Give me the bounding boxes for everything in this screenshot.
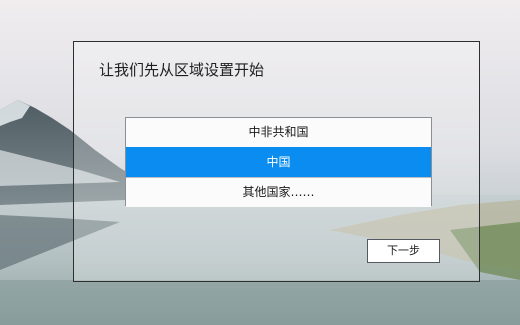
region-option-other-countries[interactable]: 其他国家…… <box>126 177 431 207</box>
setup-screen: 让我们先从区域设置开始 中非共和国 中国 其他国家…… 下一步 <box>0 0 520 325</box>
dialog-title: 让我们先从区域设置开始 <box>99 61 265 79</box>
next-button[interactable]: 下一步 <box>367 239 440 263</box>
region-setup-dialog: 让我们先从区域设置开始 中非共和国 中国 其他国家…… 下一步 <box>73 41 480 282</box>
region-list[interactable]: 中非共和国 中国 其他国家…… <box>125 117 432 207</box>
region-option-central-african-republic[interactable]: 中非共和国 <box>126 118 431 147</box>
region-option-china[interactable]: 中国 <box>126 147 431 177</box>
